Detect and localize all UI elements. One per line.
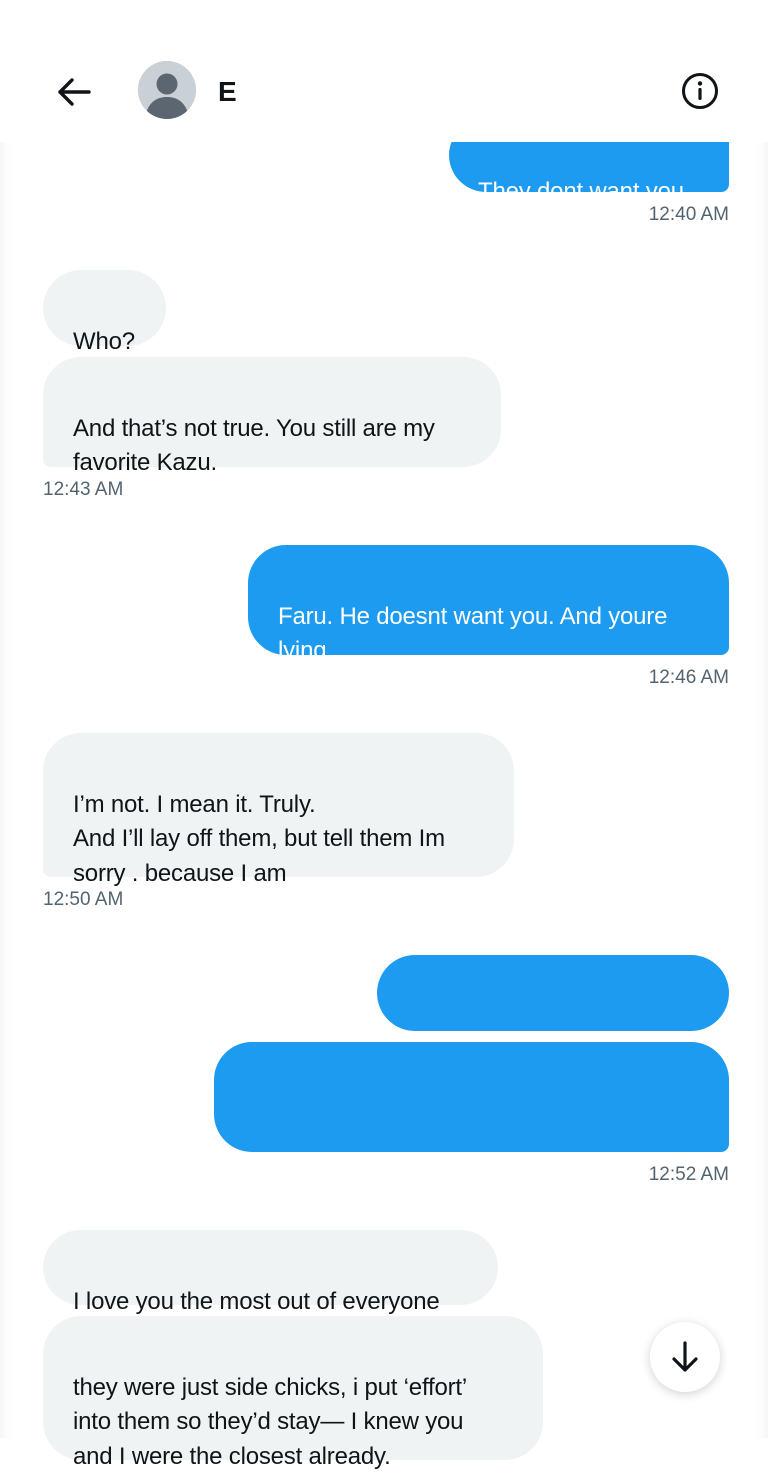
message-bubble-sent-redacted[interactable]: [377, 955, 729, 1031]
message-bubble-received[interactable]: I’m not. I mean it. Truly. And I’ll lay …: [43, 733, 514, 887]
message-timestamp: 12:50 AM: [43, 889, 124, 910]
message-bubble-sent-redacted[interactable]: [214, 1042, 729, 1152]
message-bubble-received[interactable]: I love you the most out of everyone: [43, 1230, 498, 1315]
message-timestamp: 12:52 AM: [648, 1164, 729, 1185]
message-text: I love you the most out of everyone: [73, 1287, 440, 1315]
message-bubble-received[interactable]: And that’s not true. You still are my fa…: [43, 357, 501, 476]
message-text: I’m not. I mean it. Truly. And I’ll lay …: [73, 790, 445, 887]
contact-name[interactable]: E: [218, 76, 237, 108]
message-timestamp: 12:40 AM: [648, 204, 729, 225]
scroll-to-bottom-button[interactable]: [650, 1322, 720, 1392]
back-button[interactable]: [52, 72, 96, 112]
arrow-down-icon: [672, 1341, 698, 1372]
info-button[interactable]: [680, 71, 720, 111]
default-avatar-icon: [138, 61, 196, 119]
message-text: Who?: [73, 327, 135, 355]
message-bubble-sent[interactable]: Faru. He doesnt want you. And youre lyin…: [248, 545, 729, 664]
message-timestamp: 12:43 AM: [43, 479, 124, 500]
message-text: Faru. He doesnt want you. And youre lyin…: [278, 602, 668, 665]
info-circle-icon: [682, 73, 718, 109]
message-bubble-received[interactable]: they were just side chicks, i put ‘effor…: [43, 1316, 543, 1470]
message-bubble-received[interactable]: Who?: [43, 270, 166, 355]
message-text: They dont want you: [478, 177, 684, 205]
message-text: they were just side chicks, i put ‘effor…: [73, 1373, 467, 1470]
avatar[interactable]: [138, 61, 196, 119]
message-text: And that’s not true. You still are my fa…: [73, 414, 435, 477]
arrow-left-icon: [58, 78, 91, 106]
message-timestamp: 12:46 AM: [648, 667, 729, 688]
conversation-header: E: [0, 58, 768, 142]
